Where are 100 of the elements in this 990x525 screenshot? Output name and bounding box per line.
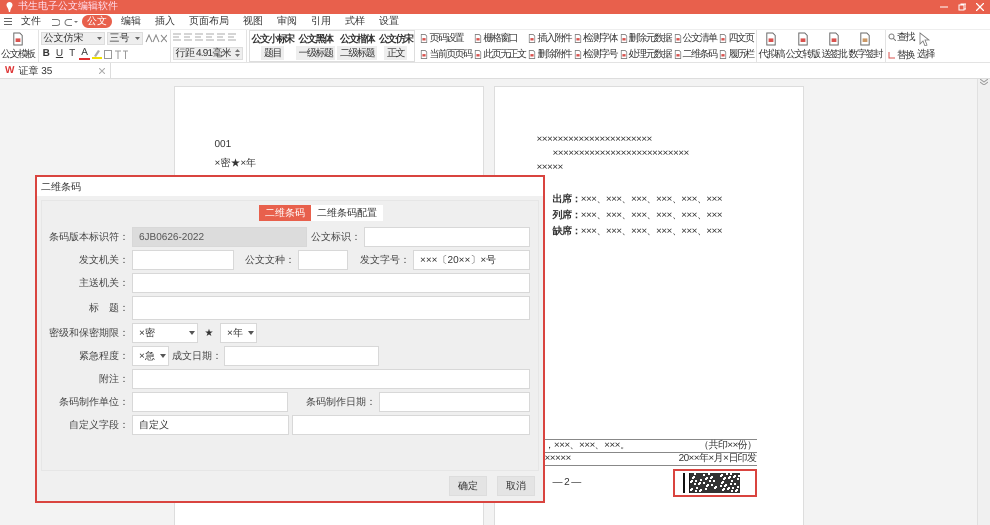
document-line: ××××× <box>536 161 564 175</box>
ribbon-tool[interactable]: 处理元数据 <box>620 47 671 61</box>
document-icon <box>719 50 728 58</box>
menu-tab[interactable]: 视图 <box>238 15 268 28</box>
font-size-dropdown[interactable]: 三号 <box>106 32 143 45</box>
style-option[interactable]: 公文仿宋 正文 <box>378 32 412 60</box>
document-icon <box>420 34 428 42</box>
app-logo-icon <box>6 2 13 12</box>
text-format-icon[interactable] <box>104 50 128 59</box>
template-button[interactable]: 公文模板 <box>1 32 35 60</box>
scroll-arrow-icon[interactable] <box>980 79 988 85</box>
style-option[interactable]: 公文小标宋 题目 <box>252 32 294 60</box>
format-button[interactable]: B <box>40 48 52 60</box>
menu-tab[interactable]: 文件 <box>16 15 46 28</box>
ribbon-tool[interactable]: 删除附件 <box>528 47 572 61</box>
input-field[interactable] <box>132 369 530 389</box>
menu-tab[interactable]: 引用 <box>306 15 336 28</box>
redo-icon[interactable] <box>64 18 78 26</box>
dropdown[interactable]: ×急 <box>132 346 169 366</box>
document-icon <box>796 32 809 46</box>
ribbon-button[interactable]: 公文转版 <box>786 32 820 60</box>
ribbon-button[interactable]: 代拟稿 <box>758 32 784 60</box>
paragraph-align-icons[interactable] <box>172 32 237 42</box>
text-format-icon[interactable] <box>144 34 167 43</box>
page-number: — 2 — <box>552 476 581 490</box>
restore-icon[interactable] <box>958 3 966 11</box>
input-field[interactable] <box>379 392 530 412</box>
ribbon-tool[interactable]: 履历栏 <box>719 47 754 61</box>
menu-tab[interactable]: 审阅 <box>272 15 302 28</box>
scrollbar[interactable] <box>977 79 990 525</box>
document-icon <box>474 50 482 58</box>
window-title: 书生电子公文编辑软件 <box>18 1 119 13</box>
input-field[interactable]: ×××〔20××〕×号 <box>413 250 530 270</box>
input-field[interactable] <box>132 273 530 293</box>
field-label: 主送机关： <box>78 276 129 290</box>
input-field[interactable]: 自定义 <box>132 415 289 435</box>
input-field[interactable] <box>364 227 530 247</box>
field-label: 公文文种： <box>244 254 295 267</box>
field-label: 条码制作日期： <box>305 396 376 409</box>
dropdown[interactable]: ×密 <box>132 323 198 343</box>
ribbon-tool[interactable]: 此页无正文 <box>474 47 526 61</box>
ribbon-tool[interactable]: 检测字体 <box>574 31 617 45</box>
dialog-tab[interactable]: 二维条码配置 <box>311 205 383 221</box>
input-field[interactable] <box>292 415 530 435</box>
ribbon-button[interactable]: 数字签封 <box>848 32 882 60</box>
menu-tab[interactable]: 插入 <box>150 15 180 28</box>
document-icon <box>528 34 536 42</box>
ribbon-tool[interactable]: 删除元数据 <box>620 31 671 45</box>
input-field[interactable] <box>132 392 288 412</box>
ribbon-tool[interactable]: 栅格窗口 <box>474 31 526 45</box>
find-button[interactable]: 查找 <box>888 30 914 44</box>
document-icon <box>420 50 428 58</box>
star-symbol: ★ <box>204 327 214 339</box>
field-label: 附注： <box>98 372 129 386</box>
document-icon <box>828 32 840 46</box>
format-button[interactable]: A <box>79 48 90 60</box>
document-icon <box>859 32 872 46</box>
field-label: 公文标识： <box>310 230 361 244</box>
line-spacing-field[interactable]: 行距 4.91毫米 <box>172 46 243 60</box>
format-button[interactable]: U <box>54 48 66 60</box>
attendance-line: 列席：×××、×××、×××、×××、×××、××× <box>552 209 724 223</box>
dialog-button[interactable]: 确定 <box>449 476 487 496</box>
document-line: ×××××××××××××××××××××××××× <box>552 147 690 161</box>
ribbon-tool[interactable]: 二维条码 <box>674 47 716 61</box>
field-label: 自定义字段： <box>68 418 129 432</box>
search-icon <box>888 33 896 41</box>
dialog-button[interactable]: 取消 <box>497 476 535 496</box>
ribbon-button[interactable]: 送签批 <box>821 32 847 60</box>
input-field[interactable] <box>132 250 234 270</box>
field-label: 条码制作单位： <box>58 396 129 409</box>
menu-tab[interactable]: 式样 <box>340 15 370 28</box>
ribbon-tool[interactable]: 公文清单 <box>674 31 716 45</box>
ribbon-tool[interactable]: 插入附件 <box>528 31 572 45</box>
dropdown[interactable]: ×年 <box>220 323 257 343</box>
format-button[interactable]: T <box>67 48 78 60</box>
menu-tab[interactable]: 编辑 <box>116 15 146 28</box>
select-button[interactable]: 选择 <box>916 32 934 60</box>
ribbon-tool[interactable]: 四文页 <box>719 31 754 45</box>
highlighter-icon[interactable] <box>92 49 102 60</box>
ribbon-tool[interactable]: 当前页页码 <box>420 47 472 61</box>
input-field[interactable] <box>298 250 348 270</box>
document-tab[interactable]: W 证章 35 <box>0 63 111 78</box>
field-label: 密级和保密期限： <box>48 326 129 340</box>
font-dropdown[interactable]: 公文仿宋 <box>40 32 105 45</box>
cursor-icon <box>919 32 932 46</box>
ribbon-tool[interactable]: 页码设置 <box>420 31 472 45</box>
document-icon <box>620 50 628 58</box>
input-field[interactable] <box>224 346 379 366</box>
ribbon-tool[interactable]: 检测字号 <box>574 47 617 61</box>
menu-tab[interactable]: 页面布局 <box>184 15 234 28</box>
document-icon <box>620 34 628 42</box>
menu-tab[interactable]: 设置 <box>374 15 404 28</box>
menu-icon[interactable] <box>4 18 12 25</box>
close-icon[interactable] <box>99 68 105 74</box>
spinner-icon <box>234 49 240 57</box>
replace-button[interactable]: 替换 <box>888 48 914 62</box>
document-line: ×密★×年 <box>214 156 258 170</box>
document-line: ×××××××××××××××××××××× <box>536 133 653 147</box>
undo-icon[interactable] <box>50 18 60 26</box>
input-field[interactable] <box>132 296 530 320</box>
